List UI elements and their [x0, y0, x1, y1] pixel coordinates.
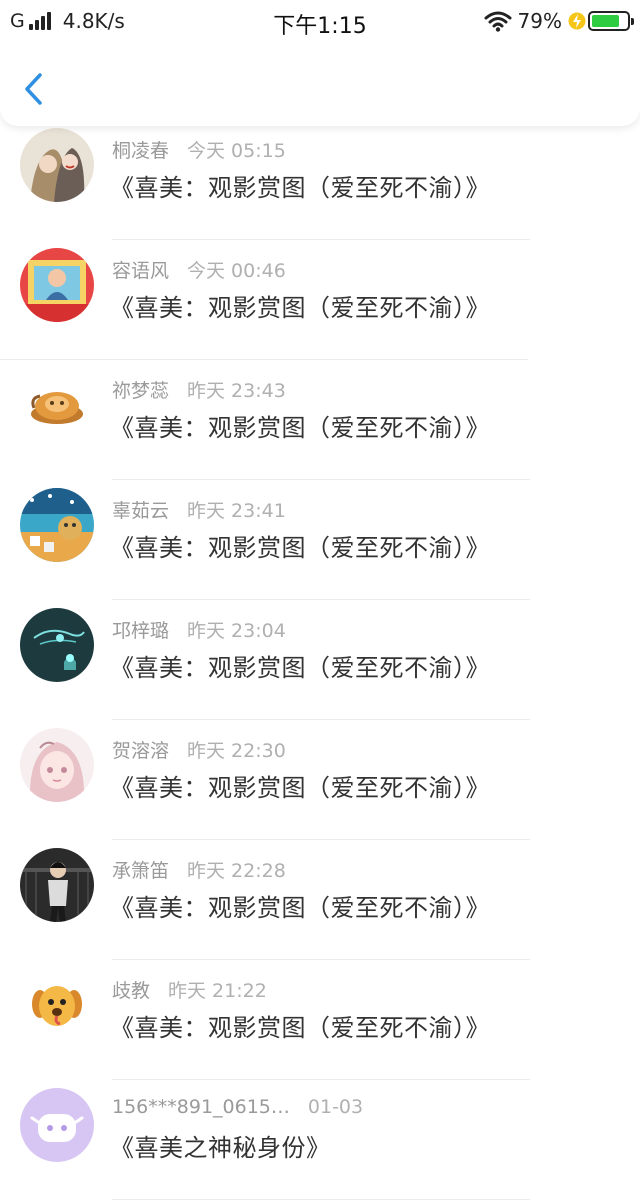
avatar[interactable] [20, 1088, 94, 1162]
avatar[interactable] [20, 968, 94, 1042]
commenter-name[interactable]: 歧教 [112, 976, 150, 1003]
avatar[interactable] [20, 368, 94, 442]
commenter-name[interactable]: 邛梓璐 [112, 616, 169, 643]
comment-item[interactable]: 容语风 今天 00:46 《喜美：观影赏图（爱至死不渝）》 [0, 240, 640, 360]
comment-meta: 歧教 昨天 21:22 [112, 976, 267, 1003]
avatar[interactable] [20, 728, 94, 802]
article-title[interactable]: 《喜美：观影赏图（爱至死不渝）》 [110, 288, 490, 323]
avatar[interactable] [20, 608, 94, 682]
comment-item[interactable]: 贺溶溶 昨天 22:30 《喜美：观影赏图（爱至死不渝）》 [0, 720, 640, 840]
comment-item[interactable]: 祢梦蕊 昨天 23:43 《喜美：观影赏图（爱至死不渝）》 [0, 360, 640, 480]
article-title[interactable]: 《喜美：观影赏图（爱至死不渝）》 [110, 408, 490, 443]
commenter-name[interactable]: 辜茹云 [112, 496, 169, 523]
avatar[interactable] [20, 128, 94, 202]
commenter-name[interactable]: 桐凌春 [112, 136, 169, 163]
status-bar: G 4.8K/s 下午1:15 79% [0, 0, 640, 44]
comment-time: 昨天 23:04 [187, 620, 286, 642]
commenter-name[interactable]: 156***891_0615… [112, 1096, 290, 1118]
article-title[interactable]: 《喜美：观影赏图（爱至死不渝）》 [110, 1008, 490, 1043]
comment-time: 01-03 [307, 1096, 364, 1118]
battery-percent: 79% [517, 9, 562, 33]
comment-time: 昨天 22:30 [187, 740, 286, 762]
comment-item[interactable]: 邛梓璐 昨天 23:04 《喜美：观影赏图（爱至死不渝）》 [0, 600, 640, 720]
article-title[interactable]: 《喜美：观影赏图（爱至死不渝）》 [110, 768, 490, 803]
comment-time: 昨天 22:28 [187, 860, 286, 882]
article-title[interactable]: 《喜美：观影赏图（爱至死不渝）》 [110, 888, 490, 923]
comment-time: 昨天 21:22 [168, 980, 267, 1002]
commenter-name[interactable]: 贺溶溶 [112, 736, 169, 763]
comment-time: 昨天 23:43 [187, 380, 286, 402]
battery-icon [588, 11, 634, 31]
chevron-left-icon[interactable] [22, 72, 46, 106]
comment-meta: 邛梓璐 昨天 23:04 [112, 616, 286, 643]
comment-time: 今天 00:46 [187, 260, 286, 282]
comment-meta: 桐凌春 今天 05:15 [112, 136, 286, 163]
article-title[interactable]: 《喜美：观影赏图（爱至死不渝）》 [110, 168, 490, 203]
nav-bar [0, 44, 640, 126]
comment-item[interactable]: 歧教 昨天 21:22 《喜美：观影赏图（爱至死不渝）》 [0, 960, 640, 1080]
comment-meta: 贺溶溶 昨天 22:30 [112, 736, 286, 763]
comment-item[interactable]: 桐凌春 今天 05:15 《喜美：观影赏图（爱至死不渝）》 [0, 120, 640, 240]
comment-meta: 容语风 今天 00:46 [112, 256, 286, 283]
article-title[interactable]: 《喜美：观影赏图（爱至死不渝）》 [110, 528, 490, 563]
comment-item[interactable]: 承箫笛 昨天 22:28 《喜美：观影赏图（爱至死不渝）》 [0, 840, 640, 960]
avatar[interactable] [20, 848, 94, 922]
comment-item[interactable]: 辜茹云 昨天 23:41 《喜美：观影赏图（爱至死不渝）》 [0, 480, 640, 600]
avatar[interactable] [20, 488, 94, 562]
commenter-name[interactable]: 祢梦蕊 [112, 376, 169, 403]
comment-meta: 156***891_0615… 01-03 [112, 1096, 363, 1118]
comment-meta: 承箫笛 昨天 22:28 [112, 856, 286, 883]
wifi-icon [484, 11, 512, 32]
article-title[interactable]: 《喜美：观影赏图（爱至死不渝）》 [110, 648, 490, 683]
commenter-name[interactable]: 承箫笛 [112, 856, 169, 883]
comment-meta: 辜茹云 昨天 23:41 [112, 496, 286, 523]
commenter-name[interactable]: 容语风 [112, 256, 169, 283]
comment-meta: 祢梦蕊 昨天 23:43 [112, 376, 286, 403]
avatar[interactable] [20, 248, 94, 322]
comment-time: 昨天 23:41 [187, 500, 286, 522]
comment-item[interactable]: 156***891_0615… 01-03 《喜美之神秘身份》 [0, 1080, 640, 1200]
comment-list: 桐凌春 今天 05:15 《喜美：观影赏图（爱至死不渝）》 容语风 今天 00:46 《喜… [0, 120, 640, 1200]
charging-bolt-icon [568, 12, 586, 30]
status-right: 79% [484, 9, 634, 33]
battery-fill [592, 15, 619, 27]
article-title[interactable]: 《喜美之神秘身份》 [110, 1128, 331, 1163]
comment-time: 今天 05:15 [187, 140, 286, 162]
